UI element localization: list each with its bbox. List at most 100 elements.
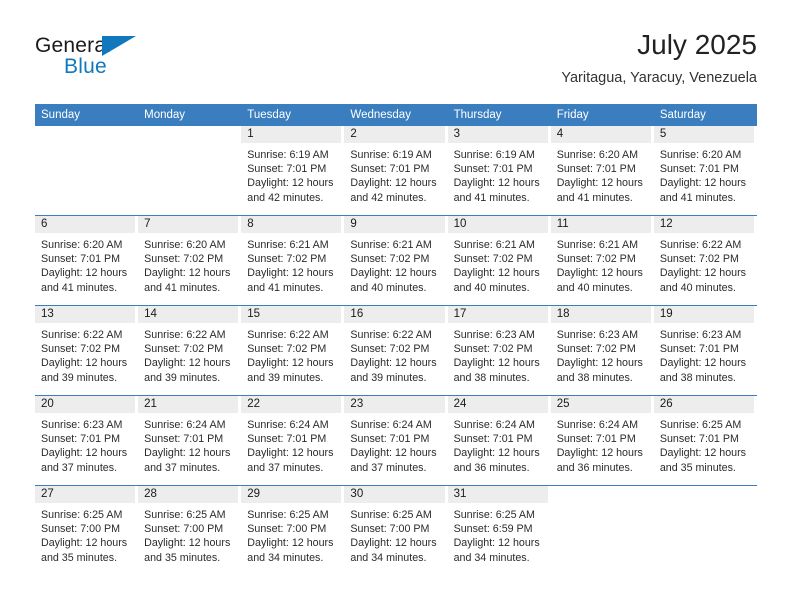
day-sunrise-line: Sunrise: 6:22 AM [350, 329, 432, 341]
day-daylight-line: and 37 minutes. [247, 461, 324, 474]
calendar-day-cell[interactable]: 27 Sunrise: 6:25 AM Sunset: 7:00 PM Dayligh… [35, 485, 139, 575]
day-detail-lines: Sunrise: 6:23 AM Sunset: 7:02 PM Daylight:… [448, 323, 548, 385]
calendar-day-cell[interactable]: 10 Sunrise: 6:21 AM Sunset: 7:02 PM Dayligh… [447, 215, 551, 306]
day-daylight-line: and 41 minutes. [659, 191, 736, 204]
day-cell-inner: 21 Sunrise: 6:24 AM Sunset: 7:01 PM Dayligh… [138, 396, 239, 485]
day-detail-lines: Sunrise: 6:20 AM Sunset: 7:01 PM Daylight:… [35, 233, 135, 295]
day-detail-lines: Sunrise: 6:21 AM Sunset: 7:02 PM Daylight:… [241, 233, 341, 295]
day-daylight-line: Daylight: 12 hours [41, 537, 128, 550]
calendar-day-cell[interactable]: 12 Sunrise: 6:22 AM Sunset: 7:02 PM Dayligh… [653, 215, 757, 306]
calendar-day-cell[interactable]: 4 Sunrise: 6:20 AM Sunset: 7:01 PM Daylight… [550, 126, 654, 216]
calendar-day-cell[interactable]: 7 Sunrise: 6:20 AM Sunset: 7:02 PM Daylight… [138, 215, 242, 306]
day-daylight-line: Daylight: 12 hours [144, 267, 231, 280]
day-daylight-line: Daylight: 12 hours [453, 447, 540, 460]
day-detail-lines: Sunrise: 6:20 AM Sunset: 7:01 PM Daylight:… [654, 143, 754, 205]
day-sunset-line: Sunset: 7:02 PM [41, 343, 121, 356]
day-detail-lines: Sunrise: 6:23 AM Sunset: 7:01 PM Daylight:… [35, 413, 135, 475]
day-sunset-line: Sunset: 7:01 PM [350, 433, 430, 446]
day-daylight-line: and 35 minutes. [659, 461, 736, 474]
title-block: July 2025 Yaritagua, Yaracuy, Venezuela [561, 28, 757, 88]
day-number: 25 [550, 396, 651, 413]
calendar-day-cell[interactable]: 6 Sunrise: 6:20 AM Sunset: 7:01 PM Daylight… [35, 215, 139, 306]
calendar-day-cell[interactable]: 1 Sunrise: 6:19 AM Sunset: 7:01 PM Daylight… [241, 126, 345, 216]
calendar-day-cell[interactable]: 17 Sunrise: 6:23 AM Sunset: 7:02 PM Dayligh… [447, 305, 551, 396]
day-cell-inner: 17 Sunrise: 6:23 AM Sunset: 7:02 PM Dayligh… [447, 306, 548, 395]
day-sunrise-line: Sunrise: 6:25 AM [41, 509, 123, 521]
calendar-day-cell[interactable]: 20 Sunrise: 6:23 AM Sunset: 7:01 PM Dayligh… [35, 395, 139, 486]
day-sunrise-line: Sunrise: 6:22 AM [41, 329, 123, 341]
day-detail-lines: Sunrise: 6:19 AM Sunset: 7:01 PM Daylight:… [241, 143, 341, 205]
calendar-day-cell[interactable]: 9 Sunrise: 6:21 AM Sunset: 7:02 PM Daylight… [344, 215, 448, 306]
day-daylight-line: and 40 minutes. [453, 281, 530, 294]
day-daylight-line: and 35 minutes. [144, 551, 221, 564]
day-number: 28 [138, 486, 239, 503]
day-daylight-line: Daylight: 12 hours [659, 177, 746, 190]
day-detail-lines: Sunrise: 6:22 AM Sunset: 7:02 PM Daylight:… [35, 323, 135, 385]
day-daylight-line: and 40 minutes. [350, 281, 427, 294]
day-cell-inner: 13 Sunrise: 6:22 AM Sunset: 7:02 PM Dayligh… [35, 306, 136, 395]
day-daylight-line: Daylight: 12 hours [144, 447, 231, 460]
calendar-day-cell[interactable]: 3 Sunrise: 6:19 AM Sunset: 7:01 PM Daylight… [447, 126, 551, 216]
day-cell-inner: 15 Sunrise: 6:22 AM Sunset: 7:02 PM Dayligh… [241, 306, 342, 395]
day-sunrise-line: Sunrise: 6:23 AM [659, 329, 742, 341]
calendar-day-cell[interactable]: 26 Sunrise: 6:25 AM Sunset: 7:01 PM Dayligh… [653, 395, 757, 486]
calendar-day-cell[interactable]: 18 Sunrise: 6:23 AM Sunset: 7:02 PM Dayligh… [550, 305, 654, 396]
day-detail-lines: Sunrise: 6:19 AM Sunset: 7:01 PM Daylight:… [448, 143, 548, 205]
calendar-day-cell[interactable]: 2 Sunrise: 6:19 AM Sunset: 7:01 PM Daylight… [344, 126, 448, 216]
day-detail-lines: Sunrise: 6:20 AM Sunset: 7:01 PM Daylight:… [551, 143, 651, 205]
calendar-day-cell[interactable]: 5 Sunrise: 6:20 AM Sunset: 7:01 PM Daylight… [653, 126, 757, 216]
day-daylight-line: and 34 minutes. [453, 551, 530, 564]
day-cell-inner [138, 126, 238, 215]
calendar-day-cell[interactable]: 22 Sunrise: 6:24 AM Sunset: 7:01 PM Dayligh… [241, 395, 345, 486]
day-sunrise-line: Sunrise: 6:24 AM [350, 419, 432, 431]
day-sunrise-line: Sunrise: 6:25 AM [453, 509, 535, 521]
day-cell-inner: 6 Sunrise: 6:20 AM Sunset: 7:01 PM Daylight… [35, 216, 136, 305]
day-daylight-line: and 41 minutes. [144, 281, 221, 294]
day-daylight-line: Daylight: 12 hours [247, 267, 334, 280]
day-daylight-line: Daylight: 12 hours [247, 177, 334, 190]
calendar-day-cell[interactable]: 25 Sunrise: 6:24 AM Sunset: 7:01 PM Dayligh… [550, 395, 654, 486]
day-daylight-line: and 35 minutes. [41, 551, 118, 564]
day-sunrise-line: Sunrise: 6:21 AM [247, 239, 329, 251]
day-sunset-line: Sunset: 7:01 PM [453, 163, 533, 176]
calendar-day-cell[interactable]: 24 Sunrise: 6:24 AM Sunset: 7:01 PM Dayligh… [447, 395, 551, 486]
day-detail-lines: Sunrise: 6:22 AM Sunset: 7:02 PM Daylight:… [344, 323, 444, 385]
calendar-day-cell[interactable]: 30 Sunrise: 6:25 AM Sunset: 7:00 PM Dayligh… [344, 485, 448, 575]
day-cell-inner: 30 Sunrise: 6:25 AM Sunset: 7:00 PM Dayligh… [344, 486, 445, 575]
calendar-day-cell[interactable]: 29 Sunrise: 6:25 AM Sunset: 7:00 PM Dayligh… [241, 485, 345, 575]
day-sunrise-line: Sunrise: 6:19 AM [247, 149, 329, 161]
day-daylight-line: and 39 minutes. [247, 371, 324, 384]
day-daylight-line: and 41 minutes. [247, 281, 324, 294]
day-detail-lines: Sunrise: 6:25 AM Sunset: 7:00 PM Daylight:… [241, 503, 341, 565]
calendar-day-cell[interactable]: 15 Sunrise: 6:22 AM Sunset: 7:02 PM Dayligh… [241, 305, 345, 396]
calendar-day-cell[interactable]: 23 Sunrise: 6:24 AM Sunset: 7:01 PM Dayligh… [344, 395, 448, 486]
calendar-day-cell[interactable]: 21 Sunrise: 6:24 AM Sunset: 7:01 PM Dayligh… [138, 395, 242, 486]
day-daylight-line: and 39 minutes. [41, 371, 118, 384]
day-sunset-line: Sunset: 7:02 PM [247, 253, 327, 266]
calendar-week-row: 6 Sunrise: 6:20 AM Sunset: 7:01 PM Daylight… [35, 215, 757, 306]
day-cell-inner: 9 Sunrise: 6:21 AM Sunset: 7:02 PM Daylight… [344, 216, 445, 305]
day-cell-inner: 4 Sunrise: 6:20 AM Sunset: 7:01 PM Daylight… [550, 126, 651, 215]
calendar-day-cell[interactable]: 13 Sunrise: 6:22 AM Sunset: 7:02 PM Dayligh… [35, 305, 139, 396]
day-cell-inner: 12 Sunrise: 6:22 AM Sunset: 7:02 PM Dayligh… [653, 216, 754, 305]
calendar-day-cell[interactable]: 8 Sunrise: 6:21 AM Sunset: 7:02 PM Daylight… [241, 215, 345, 306]
brand-logo[interactable]: General Blue [35, 34, 235, 94]
day-cell-inner: 28 Sunrise: 6:25 AM Sunset: 7:00 PM Dayligh… [138, 486, 239, 575]
calendar-day-cell[interactable]: 16 Sunrise: 6:22 AM Sunset: 7:02 PM Dayligh… [344, 305, 448, 396]
calendar-day-cell[interactable]: 31 Sunrise: 6:25 AM Sunset: 6:59 PM Dayligh… [447, 485, 551, 575]
day-detail-lines: Sunrise: 6:23 AM Sunset: 7:02 PM Daylight:… [551, 323, 651, 385]
day-cell-inner: 5 Sunrise: 6:20 AM Sunset: 7:01 PM Daylight… [653, 126, 754, 215]
day-cell-inner: 19 Sunrise: 6:23 AM Sunset: 7:01 PM Dayligh… [653, 306, 754, 395]
day-detail-lines: Sunrise: 6:25 AM Sunset: 7:00 PM Daylight:… [35, 503, 135, 565]
day-sunset-line: Sunset: 7:00 PM [350, 523, 430, 536]
day-sunrise-line: Sunrise: 6:22 AM [247, 329, 329, 341]
day-detail-lines: Sunrise: 6:24 AM Sunset: 7:01 PM Daylight:… [344, 413, 444, 475]
calendar-day-cell[interactable]: 11 Sunrise: 6:21 AM Sunset: 7:02 PM Dayligh… [550, 215, 654, 306]
calendar-day-cell[interactable]: 14 Sunrise: 6:22 AM Sunset: 7:02 PM Dayligh… [138, 305, 242, 396]
day-detail-lines: Sunrise: 6:22 AM Sunset: 7:02 PM Daylight:… [138, 323, 238, 385]
calendar-day-cell[interactable]: 19 Sunrise: 6:23 AM Sunset: 7:01 PM Dayligh… [653, 305, 757, 396]
day-detail-lines: Sunrise: 6:24 AM Sunset: 7:01 PM Daylight:… [551, 413, 651, 475]
calendar-day-cell[interactable]: 28 Sunrise: 6:25 AM Sunset: 7:00 PM Dayligh… [138, 485, 242, 575]
day-sunset-line: Sunset: 7:02 PM [350, 343, 430, 356]
page-header: General Blue July 2025 Yaritagua, Yaracu… [35, 28, 757, 98]
